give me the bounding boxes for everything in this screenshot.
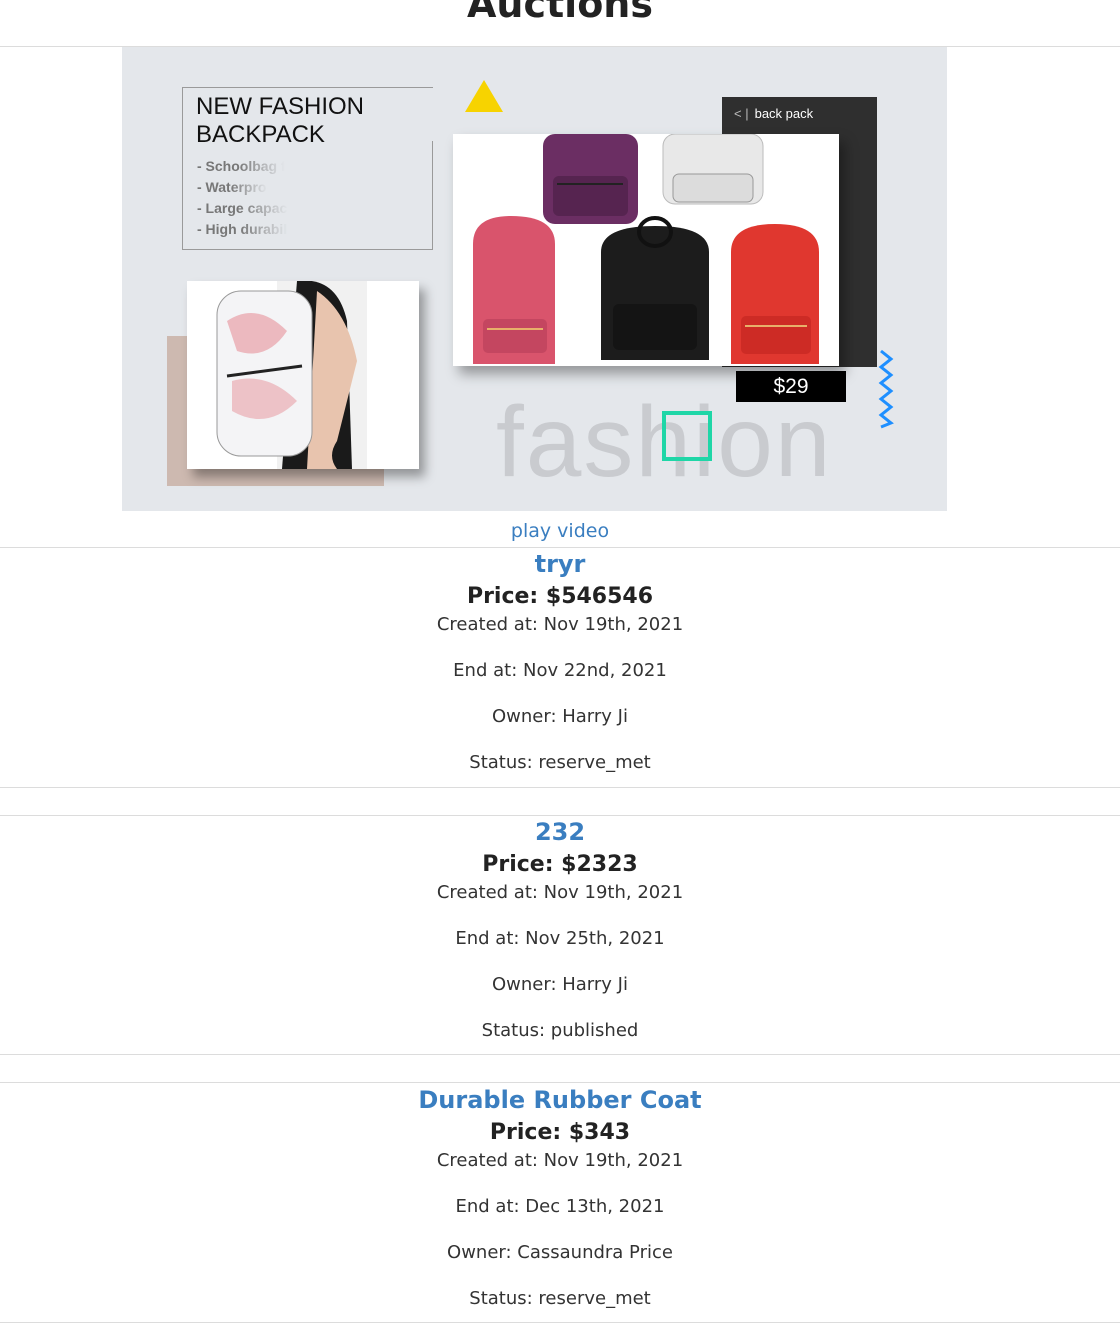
square-decoration [662, 411, 712, 461]
auction-title-link[interactable]: Durable Rubber Coat [0, 1084, 1120, 1116]
auction-item: Durable Rubber Coat Price: $343 Created … [0, 1084, 1120, 1311]
auction-created: Created at: Nov 19th, 2021 [436, 1150, 684, 1171]
auction-end: End at: Nov 25th, 2021 [455, 928, 665, 949]
backpacks-illustration [473, 133, 819, 364]
promo-feature: - Schoolbag for [197, 158, 300, 174]
promo-heading: NEW FASHION BACKPACK [196, 93, 365, 148]
divider [0, 1322, 1120, 1323]
promo-box: NEW FASHION BACKPACK - Schoolbag for - W… [182, 87, 433, 250]
auction-item: tryr Price: $546546 Created at: Nov 19th… [0, 548, 1120, 775]
play-video-link[interactable]: play video [0, 519, 1120, 543]
auction-title-link[interactable]: tryr [0, 548, 1120, 580]
divider [0, 1054, 1120, 1055]
backpack-model-illustration [216, 281, 367, 469]
model-photo [187, 281, 419, 469]
auction-owner: Owner: Harry Ji [492, 706, 628, 727]
zigzag-decoration [878, 349, 894, 429]
promo-feature-list: - Schoolbag for - Waterproof - Large cap… [197, 156, 304, 240]
auction-price: Price: $2323 [482, 852, 638, 877]
back-nav: < | back pack [734, 106, 814, 121]
promo-feature: - Large capacity [197, 200, 304, 216]
auction-status: Status: published [481, 1020, 639, 1041]
auction-item: 232 Price: $2323 Created at: Nov 19th, 2… [0, 816, 1120, 1043]
auction-title-link[interactable]: 232 [0, 816, 1120, 848]
page-title: Auctions [467, 0, 653, 26]
triangle-decoration [465, 80, 503, 112]
auction-end: End at: Nov 22nd, 2021 [453, 660, 667, 681]
product-image [453, 133, 839, 366]
chevron-left-icon: < | [734, 106, 749, 121]
auction-price: Price: $343 [489, 1120, 631, 1145]
auction-owner: Owner: Cassaundra Price [447, 1242, 673, 1263]
auction-created: Created at: Nov 19th, 2021 [436, 614, 684, 635]
auction-price: Price: $546546 [466, 584, 654, 609]
auction-status: Status: reserve_met [469, 1288, 651, 1309]
divider [0, 1082, 1120, 1083]
auction-created: Created at: Nov 19th, 2021 [436, 882, 684, 903]
promo-feature: - High durability [197, 221, 304, 237]
auction-status: Status: reserve_met [469, 752, 651, 773]
promo-feature: - Waterproof [197, 179, 280, 195]
divider [0, 787, 1120, 788]
auction-owner: Owner: Harry Ji [492, 974, 628, 995]
banner-image: NEW FASHION BACKPACK - Schoolbag for - W… [122, 47, 947, 511]
auction-end: End at: Dec 13th, 2021 [455, 1196, 665, 1217]
